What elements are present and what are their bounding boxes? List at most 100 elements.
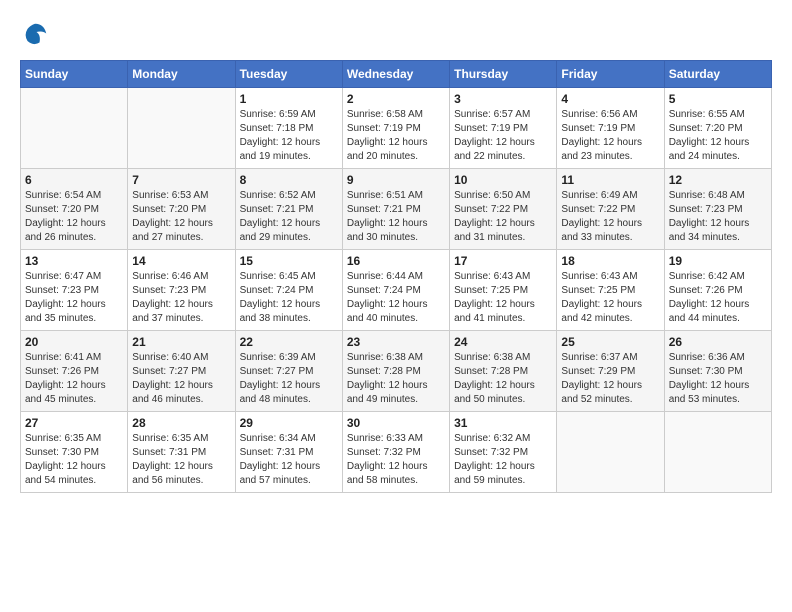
day-number: 27: [25, 416, 123, 430]
day-number: 10: [454, 173, 552, 187]
calendar-week-row: 27 Sunrise: 6:35 AM Sunset: 7:30 PM Dayli…: [21, 412, 772, 493]
day-number: 17: [454, 254, 552, 268]
day-number: 23: [347, 335, 445, 349]
calendar-week-row: 20 Sunrise: 6:41 AM Sunset: 7:26 PM Dayli…: [21, 331, 772, 412]
day-info: Sunrise: 6:50 AM Sunset: 7:22 PM Dayligh…: [454, 189, 552, 245]
day-number: 16: [347, 254, 445, 268]
calendar-week-row: 6 Sunrise: 6:54 AM Sunset: 7:20 PM Daylig…: [21, 169, 772, 250]
day-info: Sunrise: 6:40 AM Sunset: 7:27 PM Dayligh…: [132, 351, 230, 407]
day-number: 4: [561, 92, 659, 106]
day-info: Sunrise: 6:53 AM Sunset: 7:20 PM Dayligh…: [132, 189, 230, 245]
day-number: 18: [561, 254, 659, 268]
calendar-day-cell: 28 Sunrise: 6:35 AM Sunset: 7:31 PM Dayli…: [128, 412, 235, 493]
calendar-day-cell: 9Sunrise: 6:51 AM Sunset: 7:21 PM Daylig…: [342, 169, 449, 250]
calendar-day-cell: [664, 412, 771, 493]
calendar-header-tuesday: Tuesday: [235, 61, 342, 88]
day-info: Sunrise: 6:56 AM Sunset: 7:19 PM Dayligh…: [561, 108, 659, 164]
day-number: 14: [132, 254, 230, 268]
calendar-day-cell: 15 Sunrise: 6:45 AM Sunset: 7:24 PM Dayli…: [235, 250, 342, 331]
calendar-day-cell: 3Sunrise: 6:57 AM Sunset: 7:19 PM Daylig…: [450, 88, 557, 169]
calendar-day-cell: 27 Sunrise: 6:35 AM Sunset: 7:30 PM Dayli…: [21, 412, 128, 493]
logo: [20, 20, 54, 50]
calendar-day-cell: 14 Sunrise: 6:46 AM Sunset: 7:23 PM Dayli…: [128, 250, 235, 331]
calendar-day-cell: 17 Sunrise: 6:43 AM Sunset: 7:25 PM Dayli…: [450, 250, 557, 331]
calendar-day-cell: 6 Sunrise: 6:54 AM Sunset: 7:20 PM Daylig…: [21, 169, 128, 250]
calendar-day-cell: 19Sunrise: 6:42 AM Sunset: 7:26 PM Dayli…: [664, 250, 771, 331]
day-info: Sunrise: 6:33 AM Sunset: 7:32 PM Dayligh…: [347, 432, 445, 488]
day-number: 22: [240, 335, 338, 349]
calendar-day-cell: 29 Sunrise: 6:34 AM Sunset: 7:31 PM Dayli…: [235, 412, 342, 493]
calendar-day-cell: 23 Sunrise: 6:38 AM Sunset: 7:28 PM Dayli…: [342, 331, 449, 412]
calendar-day-cell: [128, 88, 235, 169]
day-info: Sunrise: 6:38 AM Sunset: 7:28 PM Dayligh…: [347, 351, 445, 407]
day-number: 1: [240, 92, 338, 106]
day-info: Sunrise: 6:46 AM Sunset: 7:23 PM Dayligh…: [132, 270, 230, 326]
calendar-header-row: SundayMondayTuesdayWednesdayThursdayFrid…: [21, 61, 772, 88]
calendar-day-cell: 21Sunrise: 6:40 AM Sunset: 7:27 PM Dayli…: [128, 331, 235, 412]
day-info: Sunrise: 6:41 AM Sunset: 7:26 PM Dayligh…: [25, 351, 123, 407]
day-number: 24: [454, 335, 552, 349]
day-number: 11: [561, 173, 659, 187]
calendar-day-cell: 16 Sunrise: 6:44 AM Sunset: 7:24 PM Dayli…: [342, 250, 449, 331]
calendar-day-cell: 24 Sunrise: 6:38 AM Sunset: 7:28 PM Dayli…: [450, 331, 557, 412]
day-info: Sunrise: 6:59 AM Sunset: 7:18 PM Dayligh…: [240, 108, 338, 164]
day-info: Sunrise: 6:45 AM Sunset: 7:24 PM Dayligh…: [240, 270, 338, 326]
day-number: 30: [347, 416, 445, 430]
day-info: Sunrise: 6:35 AM Sunset: 7:30 PM Dayligh…: [25, 432, 123, 488]
day-info: Sunrise: 6:44 AM Sunset: 7:24 PM Dayligh…: [347, 270, 445, 326]
calendar-day-cell: 18 Sunrise: 6:43 AM Sunset: 7:25 PM Dayli…: [557, 250, 664, 331]
calendar-day-cell: 5 Sunrise: 6:55 AM Sunset: 7:20 PM Daylig…: [664, 88, 771, 169]
calendar-table: SundayMondayTuesdayWednesdayThursdayFrid…: [20, 60, 772, 493]
day-number: 13: [25, 254, 123, 268]
calendar-header-wednesday: Wednesday: [342, 61, 449, 88]
day-number: 7: [132, 173, 230, 187]
calendar-day-cell: 7 Sunrise: 6:53 AM Sunset: 7:20 PM Daylig…: [128, 169, 235, 250]
day-number: 6: [25, 173, 123, 187]
calendar-header-thursday: Thursday: [450, 61, 557, 88]
calendar-day-cell: 25 Sunrise: 6:37 AM Sunset: 7:29 PM Dayli…: [557, 331, 664, 412]
calendar-week-row: 13 Sunrise: 6:47 AM Sunset: 7:23 PM Dayli…: [21, 250, 772, 331]
day-number: 15: [240, 254, 338, 268]
day-number: 25: [561, 335, 659, 349]
day-number: 2: [347, 92, 445, 106]
day-number: 5: [669, 92, 767, 106]
calendar-day-cell: 30 Sunrise: 6:33 AM Sunset: 7:32 PM Dayli…: [342, 412, 449, 493]
day-info: Sunrise: 6:47 AM Sunset: 7:23 PM Dayligh…: [25, 270, 123, 326]
logo-icon: [20, 20, 50, 50]
calendar-day-cell: 10 Sunrise: 6:50 AM Sunset: 7:22 PM Dayli…: [450, 169, 557, 250]
day-info: Sunrise: 6:49 AM Sunset: 7:22 PM Dayligh…: [561, 189, 659, 245]
calendar-header-saturday: Saturday: [664, 61, 771, 88]
calendar-header-sunday: Sunday: [21, 61, 128, 88]
calendar-day-cell: 26Sunrise: 6:36 AM Sunset: 7:30 PM Dayli…: [664, 331, 771, 412]
day-info: Sunrise: 6:35 AM Sunset: 7:31 PM Dayligh…: [132, 432, 230, 488]
calendar-day-cell: [21, 88, 128, 169]
day-info: Sunrise: 6:37 AM Sunset: 7:29 PM Dayligh…: [561, 351, 659, 407]
day-info: Sunrise: 6:39 AM Sunset: 7:27 PM Dayligh…: [240, 351, 338, 407]
calendar-day-cell: 11 Sunrise: 6:49 AM Sunset: 7:22 PM Dayli…: [557, 169, 664, 250]
calendar-header-monday: Monday: [128, 61, 235, 88]
day-info: Sunrise: 6:43 AM Sunset: 7:25 PM Dayligh…: [561, 270, 659, 326]
day-info: Sunrise: 6:57 AM Sunset: 7:19 PM Dayligh…: [454, 108, 552, 164]
calendar-day-cell: 4 Sunrise: 6:56 AM Sunset: 7:19 PM Daylig…: [557, 88, 664, 169]
day-info: Sunrise: 6:52 AM Sunset: 7:21 PM Dayligh…: [240, 189, 338, 245]
day-info: Sunrise: 6:43 AM Sunset: 7:25 PM Dayligh…: [454, 270, 552, 326]
day-number: 28: [132, 416, 230, 430]
day-info: Sunrise: 6:54 AM Sunset: 7:20 PM Dayligh…: [25, 189, 123, 245]
calendar-header-friday: Friday: [557, 61, 664, 88]
day-number: 31: [454, 416, 552, 430]
day-info: Sunrise: 6:38 AM Sunset: 7:28 PM Dayligh…: [454, 351, 552, 407]
calendar-day-cell: 22 Sunrise: 6:39 AM Sunset: 7:27 PM Dayli…: [235, 331, 342, 412]
calendar-day-cell: 31Sunrise: 6:32 AM Sunset: 7:32 PM Dayli…: [450, 412, 557, 493]
day-number: 9: [347, 173, 445, 187]
day-info: Sunrise: 6:48 AM Sunset: 7:23 PM Dayligh…: [669, 189, 767, 245]
day-number: 8: [240, 173, 338, 187]
day-number: 29: [240, 416, 338, 430]
page-header: [20, 20, 772, 50]
calendar-day-cell: 12Sunrise: 6:48 AM Sunset: 7:23 PM Dayli…: [664, 169, 771, 250]
calendar-day-cell: [557, 412, 664, 493]
day-info: Sunrise: 6:34 AM Sunset: 7:31 PM Dayligh…: [240, 432, 338, 488]
calendar-week-row: 1 Sunrise: 6:59 AM Sunset: 7:18 PM Daylig…: [21, 88, 772, 169]
day-info: Sunrise: 6:55 AM Sunset: 7:20 PM Dayligh…: [669, 108, 767, 164]
calendar-day-cell: 2Sunrise: 6:58 AM Sunset: 7:19 PM Daylig…: [342, 88, 449, 169]
day-number: 20: [25, 335, 123, 349]
